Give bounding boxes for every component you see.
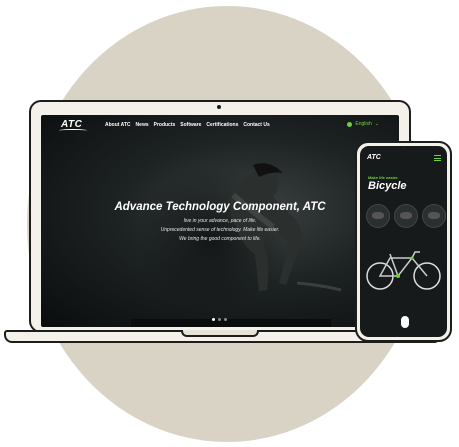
component-list [366, 204, 446, 228]
bicycle-image [366, 251, 441, 290]
language-label: English [355, 121, 372, 127]
nav-link-about[interactable]: About ATC [105, 122, 131, 128]
hero-title: Advance Technology Component, ATC [114, 201, 326, 213]
hero-line-2: Unprecedented sense of technology. Make … [160, 227, 280, 233]
carousel-dots [212, 318, 227, 321]
laptop-camera-icon [217, 105, 221, 109]
globe-icon [347, 121, 353, 127]
phone-home-button[interactable] [401, 316, 409, 328]
nav-link-news[interactable]: News [136, 122, 149, 128]
laptop-trackpad-notch [181, 330, 259, 337]
nav-links: About ATC News Products Software Certifi… [105, 122, 270, 128]
phone-atc-logo[interactable]: ATC [367, 154, 381, 161]
component-item[interactable] [366, 204, 390, 228]
component-item[interactable] [422, 204, 446, 228]
laptop-screen: ATC About ATC News Products Software Cer… [41, 115, 399, 327]
carousel-dot[interactable] [212, 318, 215, 321]
hero-line-3: We bring the good component to life. [179, 236, 261, 242]
phone-camera-icon [402, 147, 405, 150]
phone-screen: ATC Make life easier. Bicycle [360, 146, 447, 337]
nav-link-contact[interactable]: Contact Us [243, 122, 269, 128]
menu-icon[interactable] [434, 155, 441, 163]
chevron-down-icon: ⌄ [374, 121, 379, 127]
nav-link-certifications[interactable]: Certifications [206, 122, 238, 128]
carousel-dot[interactable] [218, 318, 221, 321]
hero-line-1: live in your advance, pace of life. [183, 218, 257, 224]
component-item[interactable] [394, 204, 418, 228]
phone-title: Bicycle [368, 180, 407, 192]
language-selector[interactable]: English ⌄ [347, 121, 379, 127]
top-navigation: ATC About ATC News Products Software Cer… [41, 115, 399, 135]
nav-link-products[interactable]: Products [154, 122, 176, 128]
carousel-dot[interactable] [224, 318, 227, 321]
nav-link-software[interactable]: Software [180, 122, 201, 128]
logo-swoosh [59, 129, 87, 132]
